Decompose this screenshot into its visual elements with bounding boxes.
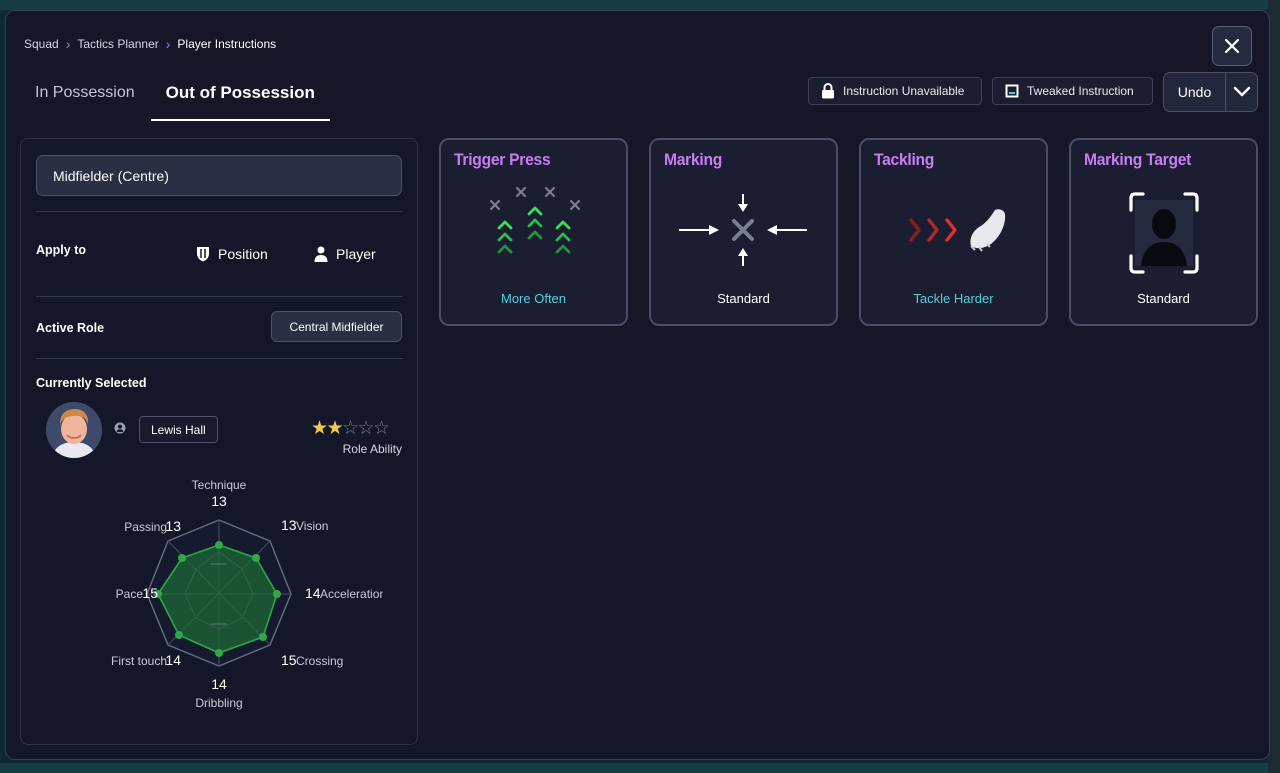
tackling-boot-icon bbox=[909, 209, 1006, 252]
undo-dropdown-button[interactable] bbox=[1226, 73, 1257, 111]
radar-point-crossing bbox=[259, 633, 267, 641]
breadcrumb-squad[interactable]: Squad bbox=[24, 37, 59, 51]
attr-dribbling-label: Dribbling bbox=[195, 696, 242, 710]
attr-vision-value: 13 bbox=[281, 517, 297, 533]
star-empty-icon: ☆ bbox=[357, 418, 375, 439]
tab-out-of-possession[interactable]: Out of Possession bbox=[150, 75, 330, 121]
card-value: Tackle Harder bbox=[913, 291, 994, 306]
star-filled-icon: ★ bbox=[311, 418, 329, 439]
player-panel: Midfielder (Centre) Apply to Position Pl… bbox=[20, 138, 418, 745]
attr-technique-label: Technique bbox=[192, 478, 247, 492]
apply-to-player-option[interactable]: Player bbox=[314, 246, 376, 262]
card-title: Marking bbox=[664, 150, 723, 169]
card-title: Marking Target bbox=[1084, 150, 1192, 169]
card-value: More Often bbox=[500, 291, 567, 306]
radar-point-passing bbox=[178, 554, 186, 562]
undo-split-button: Undo bbox=[1163, 72, 1258, 112]
attr-crossing-value: 15 bbox=[281, 652, 297, 668]
person-icon bbox=[314, 246, 328, 262]
radar-point-technique bbox=[215, 541, 223, 549]
attr-first-touch-value: 14 bbox=[165, 652, 181, 668]
person-icon bbox=[114, 422, 126, 434]
radar-point-dribbling bbox=[215, 649, 223, 657]
attribute-radar-chart: Technique 13 13 Vision 14 Acceleration 1… bbox=[111, 478, 383, 710]
attr-pace-label: Pace bbox=[116, 587, 144, 601]
active-role-select[interactable]: Central Midfielder bbox=[271, 311, 402, 342]
chevron-down-icon bbox=[1233, 86, 1250, 97]
radar-point-vision bbox=[252, 554, 260, 562]
currently-selected-label: Currently Selected bbox=[36, 376, 147, 390]
apply-to-position-option[interactable]: Position bbox=[196, 246, 268, 262]
card-value: Standard bbox=[1137, 291, 1190, 306]
card-value: Standard bbox=[717, 291, 770, 306]
lock-icon bbox=[821, 83, 835, 99]
chevron-right-icon: › bbox=[165, 36, 171, 52]
instruction-card-trigger-press[interactable]: Trigger Press More Often bbox=[439, 138, 628, 326]
attr-passing-value: 13 bbox=[165, 518, 181, 534]
tweaked-square-icon bbox=[1005, 84, 1019, 98]
apply-to-player-label: Player bbox=[336, 246, 376, 262]
role-ability-label: Role Ability bbox=[342, 442, 402, 456]
player-name-button[interactable]: Lewis Hall bbox=[139, 416, 218, 443]
star-filled-icon: ★ bbox=[326, 418, 344, 439]
instruction-card-marking[interactable]: Marking Standard bbox=[649, 138, 838, 326]
breadcrumb-tactics-planner[interactable]: Tactics Planner bbox=[77, 37, 158, 51]
trigger-press-icon bbox=[489, 186, 581, 254]
shield-icon bbox=[196, 246, 210, 262]
attr-first-touch-label: First touch bbox=[111, 654, 167, 668]
card-title: Tackling bbox=[874, 150, 935, 169]
attr-acceleration-label: Acceleration bbox=[320, 587, 383, 601]
chevron-right-icon: › bbox=[65, 36, 71, 52]
close-icon bbox=[1224, 38, 1240, 54]
marking-icon bbox=[679, 194, 807, 266]
star-empty-icon: ☆ bbox=[373, 418, 391, 439]
player-instructions-modal: Squad › Tactics Planner › Player Instruc… bbox=[5, 10, 1270, 760]
position-select[interactable]: Midfielder (Centre) bbox=[36, 155, 402, 196]
divider bbox=[36, 211, 403, 212]
instruction-card-tackling[interactable]: Tackling Tackle Harder bbox=[859, 138, 1048, 326]
apply-to-label: Apply to bbox=[36, 243, 86, 257]
radar-point-acceleration bbox=[273, 590, 281, 598]
role-ability-stars: ★ ★ ☆ ☆ ☆ bbox=[311, 418, 391, 439]
legend-instruction-unavailable: Instruction Unavailable bbox=[808, 77, 982, 105]
attr-vision-label: Vision bbox=[296, 519, 328, 533]
tab-bar: In Possession Out of Possession bbox=[19, 75, 330, 121]
attr-pace-value: 15 bbox=[142, 585, 158, 601]
instruction-card-marking-target[interactable]: Marking Target Standard bbox=[1069, 138, 1258, 326]
active-role-label: Active Role bbox=[36, 321, 105, 335]
tab-in-possession[interactable]: In Possession bbox=[19, 75, 151, 119]
attr-technique-value: 13 bbox=[211, 493, 227, 509]
avatar[interactable] bbox=[46, 402, 102, 458]
marking-target-icon bbox=[1129, 192, 1199, 274]
legend-tweaked-instruction: Tweaked Instruction bbox=[992, 77, 1153, 105]
card-title: Trigger Press bbox=[454, 150, 551, 169]
star-empty-icon: ☆ bbox=[342, 418, 360, 439]
apply-to-position-label: Position bbox=[218, 246, 268, 262]
breadcrumb: Squad › Tactics Planner › Player Instruc… bbox=[24, 37, 276, 51]
attr-passing-label: Passing bbox=[124, 520, 167, 534]
divider bbox=[36, 296, 403, 297]
breadcrumb-player-instructions: Player Instructions bbox=[177, 37, 277, 51]
attr-dribbling-value: 14 bbox=[211, 676, 227, 692]
undo-button[interactable]: Undo bbox=[1164, 73, 1226, 111]
legend-unavailable-label: Instruction Unavailable bbox=[843, 84, 965, 98]
attr-acceleration-value: 14 bbox=[305, 585, 321, 601]
radar-point-first-touch bbox=[175, 631, 183, 639]
close-button[interactable] bbox=[1212, 26, 1252, 66]
divider bbox=[36, 358, 403, 359]
legend-tweaked-label: Tweaked Instruction bbox=[1027, 84, 1134, 98]
attr-crossing-label: Crossing bbox=[296, 654, 343, 668]
